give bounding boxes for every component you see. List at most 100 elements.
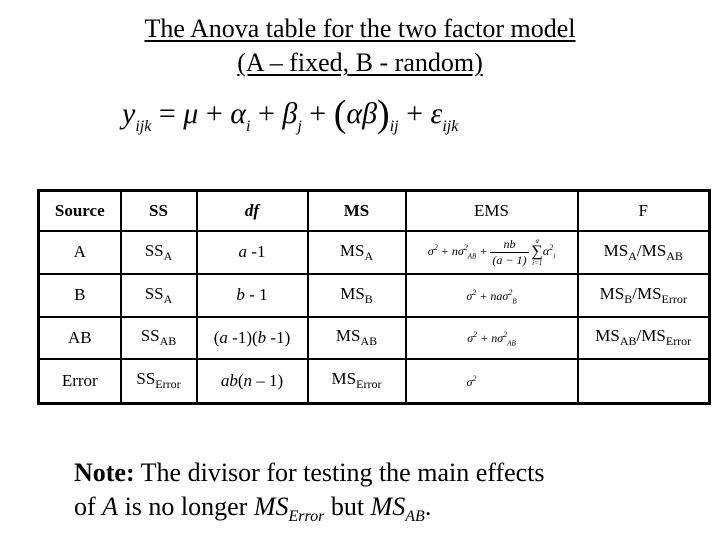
ms-text: MS [331,369,357,389]
table-row: Error SSError ab(n – 1) MSError σ2 [37,357,711,405]
eq-plus: + [398,97,431,130]
f-den-sub: Error [661,291,687,306]
ems-plus: + [477,331,492,346]
ms-text: MS [339,240,365,260]
eq-epsilon-sub: ijk [442,118,459,135]
ss-sub: A [163,248,173,263]
eq-plus: + [301,97,334,130]
df-end: – 1) [252,370,284,390]
df-mid: -1)( [227,327,258,347]
f-den-sub: AB [666,248,683,263]
eq-mu: μ [183,97,199,130]
ss-text: SS [144,240,164,260]
df-var-b: b [257,327,267,347]
header-ss: SS [119,189,198,232]
ems-fraction: nb (a − 1) [490,237,529,268]
cell-ms: MSB [306,272,407,318]
df-var: b [236,285,245,304]
anova-table: Source SS df MS EMS F A SSA a -1 MSA σ2 … [37,189,711,405]
sum-sigma-icon: ∑ [531,243,543,260]
ms-text: MS [335,326,361,345]
note-but: but [324,492,371,521]
ss-text: SS [144,283,164,303]
header-ms: MS [306,189,407,232]
table-row: A SSA a -1 MSA σ2 + nσ2AB + nb (a − 1) a ∑… [37,229,711,275]
note-text: Note: The divisor for testing the main e… [74,456,545,534]
cell-source: Error [37,357,122,405]
ems-plus: + [476,243,491,258]
cell-ss: SSA [119,272,198,318]
ems-plus: + [437,243,452,258]
ems-summation: a ∑ i=1 [532,237,543,267]
note-var: A [102,492,119,521]
cell-source: AB [37,315,122,360]
eq-y: y [122,97,136,130]
df-var-a: a [219,327,228,347]
cell-f: MSB/MSError [576,272,711,318]
cell-f: MSAB/MSError [576,315,711,360]
cell-f: MSA/MSAB [576,229,711,275]
cell-df: (a -1)(b -1) [195,315,309,360]
ems-sq: 2 [549,242,554,252]
ss-sub: A [163,291,173,306]
eq-epsilon: ε [430,97,443,130]
eq-y-sub: ijk [135,118,152,135]
ms-sub: Error [356,377,382,392]
ems-sub: B [512,297,517,306]
note-line-2: of A is no longer MSError but MSAB. [74,490,545,534]
cell-df: b - 1 [195,272,309,318]
f-num: MS [595,326,620,345]
eq-interaction: αβ [346,97,378,130]
table-header-row: Source SS df MS EMS F [37,189,711,232]
header-source: Source [37,189,122,232]
ems-sq: 2 [472,373,477,383]
ems-expression: σ2 [467,373,477,389]
ems-sq: 2 [503,330,508,340]
df-var-n: n [243,370,253,390]
slide-title-line-1: The Anova table for the two factor model [144,14,576,43]
ss-text: SS [140,326,160,345]
ems-frac-den: (a − 1) [492,252,527,267]
f-den-sub: Error [665,334,692,348]
note-mid: is no longer [118,492,254,521]
df-rest: -1 [247,242,266,261]
ems-expression: σ2 + nσ2AB [467,330,516,347]
f-den: MS [641,240,667,260]
df-var-ab: ab [220,370,238,390]
f-num-sub: AB [619,334,637,348]
table-row: AB SSAB (a -1)(b -1) MSAB σ2 + nσ2AB MSA… [37,315,711,360]
eq-plus: + [250,97,283,130]
note-ms2: MS [370,492,406,521]
model-equation: yijk = μ + αi + βj + (αβ)ij + εijk [122,94,458,147]
f-num: MS [599,283,625,303]
table-row: B SSA b - 1 MSB σ2 + naσ2B MSB/MSError [37,272,711,318]
cell-ss: SSError [119,357,198,405]
header-df: df [195,189,309,232]
f-num: MS [603,240,629,260]
note-ms1-sub: Error [288,508,325,525]
df-var: a [238,242,248,261]
df-end: -1) [266,327,291,347]
cell-ms: MSError [306,357,407,405]
note-end: . [424,492,432,521]
df-rest: - 1 [244,285,268,304]
note-pre: of [74,492,103,521]
ems-sq: 2 [463,242,468,252]
note-line1-text: The divisor for testing the main effects [134,458,545,487]
ems-frac-num: nb [490,237,529,253]
f-den: MS [641,326,666,345]
cell-ss: SSAB [119,315,198,360]
note-ms1: MS [253,492,289,521]
ss-sub: AB [159,334,177,348]
ems-n: na [490,288,503,303]
cell-ms: MSAB [306,315,407,360]
cell-ems: σ2 + nσ2AB [404,315,579,360]
slide-title-line-2: (A – fixed, B - random) [237,48,483,77]
ms-text: MS [340,283,365,303]
cell-ems: σ2 + nσ2AB + nb (a − 1) a ∑ i=1α2i [404,229,579,275]
sum-bottom: i=1 [532,259,543,267]
cell-ms: MSA [306,229,407,275]
header-ems: EMS [404,189,579,232]
eq-plus: + [198,97,231,130]
cell-source: A [37,229,122,275]
